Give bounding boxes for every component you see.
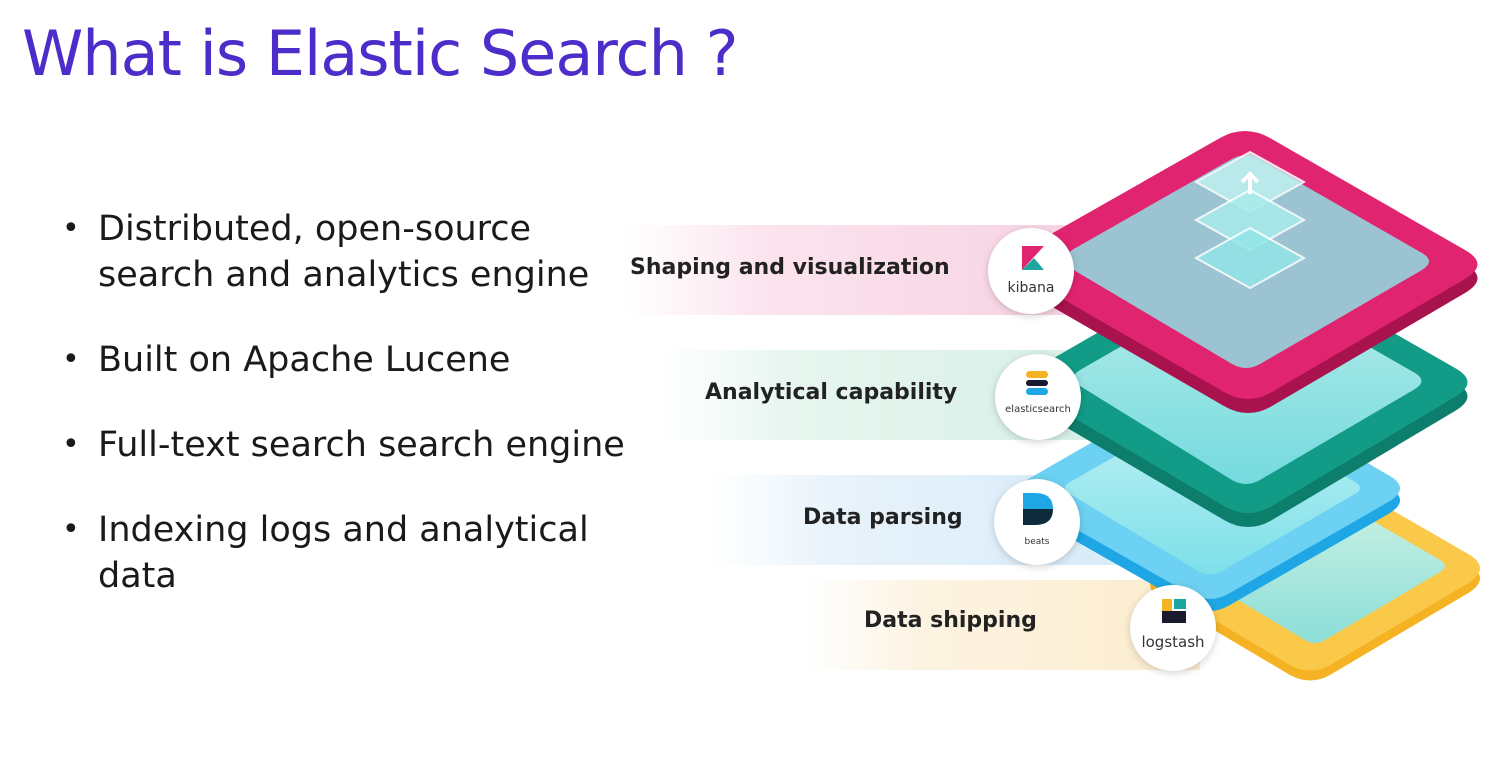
bullet-dot-icon: • <box>62 211 80 246</box>
bullet-dot-icon: • <box>62 427 80 462</box>
bullet-item: • Built on Apache Lucene <box>62 337 642 383</box>
layer-label-shipping: Data shipping <box>864 608 1037 633</box>
bullet-dot-icon: • <box>62 512 80 547</box>
bullet-text: Distributed, open-source search and anal… <box>98 209 590 295</box>
layer-label-parsing: Data parsing <box>803 505 963 530</box>
elasticsearch-logo-text: elasticsearch <box>1005 404 1071 415</box>
bullet-text: Full-text search search engine <box>98 425 625 465</box>
elasticsearch-icon <box>1026 371 1048 395</box>
logstash-logo: logstash <box>1130 585 1216 671</box>
kibana-logo-text: kibana <box>1007 280 1055 296</box>
bullet-item: • Distributed, open-source search and an… <box>62 206 642 298</box>
bullet-dot-icon: • <box>62 342 80 377</box>
layer-label-shaping: Shaping and visualization <box>630 255 950 280</box>
bullet-text: Built on Apache Lucene <box>98 340 511 380</box>
bullet-item: • Indexing logs and analytical data <box>62 507 642 599</box>
bullet-item: • Full-text search search engine <box>62 422 642 468</box>
slide-title: What is Elastic Search ? <box>22 17 738 90</box>
kibana-icon <box>1022 246 1044 270</box>
beats-logo: beats <box>994 479 1080 565</box>
beats-icon <box>1023 493 1053 525</box>
beats-logo-text: beats <box>1024 537 1050 547</box>
kibana-logo: kibana <box>988 228 1074 314</box>
logstash-icon <box>1162 599 1186 623</box>
elasticsearch-logo: elasticsearch <box>995 354 1081 440</box>
bullet-text: Indexing logs and analytical data <box>98 510 589 596</box>
layer-label-analytical: Analytical capability <box>705 380 958 405</box>
bullet-list: • Distributed, open-source search and an… <box>62 206 642 638</box>
logstash-logo-text: logstash <box>1141 633 1205 651</box>
elastic-stack-diagram: Shaping and visualization Analytical cap… <box>600 130 1500 730</box>
